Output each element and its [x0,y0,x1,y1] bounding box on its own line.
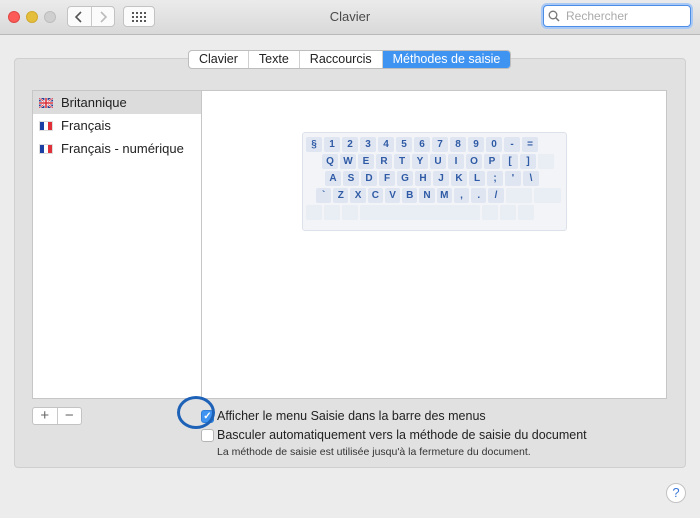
keyboard-row [306,205,563,220]
keyboard-key: 7 [432,137,448,152]
keyboard-key: ] [520,154,536,169]
keyboard-key: . [471,188,487,203]
keyboard-key: ` [316,188,332,203]
keyboard-key: \ [523,171,539,186]
keyboard-key: R [376,154,392,169]
keyboard-key: A [325,171,341,186]
keyboard-key-blank [324,205,340,220]
keyboard-key: 8 [450,137,466,152]
remove-input-source-button[interactable]: − [56,408,82,424]
search-input[interactable] [564,8,678,24]
keyboard-key-blank [342,205,358,220]
keyboard-key: H [415,171,431,186]
add-remove-buttons: + − [32,407,82,425]
keyboard-key-blank [500,205,516,220]
keyboard-key-blank [306,205,322,220]
keyboard-key: W [340,154,356,169]
keyboard-key: C [367,188,383,203]
keyboard-key: 9 [468,137,484,152]
keyboard-row: Q W E R T Y U I O P[] [306,154,563,169]
keyboard-key: X [350,188,366,203]
tab-texte[interactable]: Texte [247,51,299,68]
keyboard-key-blank [538,154,554,169]
auto-switch-note: La méthode de saisie est utilisée jusqu'… [217,446,531,458]
help-button[interactable]: ? [666,483,686,503]
fr-flag-icon [39,120,53,131]
keyboard-key: V [384,188,401,203]
keyboard-key: ' [505,171,521,186]
keyboard-key: 2 [342,137,358,152]
keyboard-key: 3 [360,137,376,152]
keyboard-key: T [394,154,410,169]
keyboard-key: L [469,171,485,186]
keyboard-key: Z [333,188,349,203]
fr-flag-icon [39,143,53,154]
keyboard-key: 5 [396,137,412,152]
keyboard-key: K [451,171,467,186]
keyboard-key: N [419,188,435,203]
keyboard-row: § 1 2 3 4 5 6 7 8 9 0- = [306,137,563,152]
keyboard-key: U [430,154,446,169]
tab-raccourcis[interactable]: Raccourcis [298,51,382,68]
keyboard-row: A S D F G H J K L; ' \ [306,171,563,186]
keyboard-key: 4 [378,137,394,152]
keyboard-key: / [488,188,504,203]
keyboard-key: S [343,171,359,186]
keyboard-key: Y [412,154,428,169]
keyboard-key: 6 [414,137,430,152]
gb-flag-icon [39,97,53,108]
keyboard-row: ` Z X C V B N M,. / [306,188,563,203]
keyboard-key: G [397,171,413,186]
annotation-circle [177,396,215,429]
keyboard-key: 1 [324,137,340,152]
keyboard-key: [ [502,154,518,169]
keyboard-key: 0 [486,137,502,152]
title-bar: Clavier [0,0,700,35]
keyboard-key: O [466,154,482,169]
keyboard-key-blank [505,188,533,203]
keyboard-key: , [453,188,470,203]
list-item-britannique[interactable]: Britannique [33,91,201,114]
keyboard-key: J [433,171,449,186]
auto-switch-checkbox[interactable] [201,429,214,442]
keyboard-key: P [484,154,500,169]
list-item-francais[interactable]: Français [33,114,201,137]
tab-clavier[interactable]: Clavier [189,51,248,68]
keyboard-key: F [379,171,395,186]
keyboard-key: § [306,137,322,152]
keyboard-key: B [402,188,418,203]
input-sources-list: Britannique Français Français - numériqu… [32,90,202,399]
keyboard-preview-pane: § 1 2 3 4 5 6 7 8 9 0- = Q W E R T Y U I O P[] A S D F G H J K L; ' \ ` Z X… [201,90,667,399]
keyboard-key-blank [534,188,561,203]
keyboard-key-blank [482,205,498,220]
tab-bar: Clavier Texte Raccourcis Méthodes de sai… [188,50,512,69]
search-field[interactable] [543,5,691,27]
auto-switch-label[interactable]: Basculer automatiquement vers la méthode… [217,428,587,442]
keyboard-key: I [448,154,464,169]
keyboard-key-blank [518,205,534,220]
keyboard-layout-preview: § 1 2 3 4 5 6 7 8 9 0- = Q W E R T Y U I O P[] A S D F G H J K L; ' \ ` Z X… [302,132,567,231]
keyboard-key: - [504,137,520,152]
list-item-francais-numerique[interactable]: Français - numérique [33,137,201,160]
keyboard-key: M [436,188,452,203]
list-item-label: Britannique [61,95,127,110]
keyboard-key: D [361,171,377,186]
keyboard-key-blank [360,205,480,220]
list-item-label: Français [61,118,111,133]
add-input-source-button[interactable]: + [33,408,57,424]
keyboard-key: = [522,137,538,152]
keyboard-key: Q [322,154,338,169]
list-item-label: Français - numérique [61,141,184,156]
search-icon [548,10,560,22]
keyboard-key: E [358,154,374,169]
tab-methodes-de-saisie[interactable]: Méthodes de saisie [381,51,511,68]
keyboard-key: ; [487,171,503,186]
show-input-menu-label[interactable]: Afficher le menu Saisie dans la barre de… [217,409,486,423]
